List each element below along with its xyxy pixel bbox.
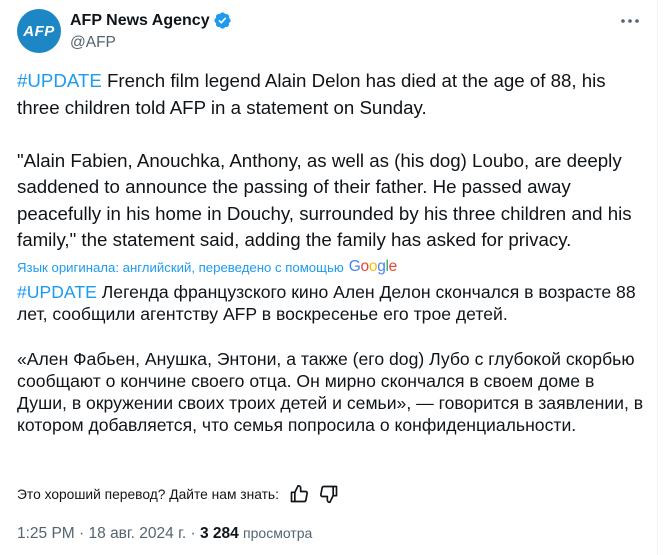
translated-hashtag-link[interactable]: #UPDATE [17,282,97,302]
more-options-icon[interactable] [619,11,641,31]
meta-separator: · [74,525,89,542]
avatar-text: AFP [23,22,55,40]
thumbs-down-icon[interactable] [319,484,339,504]
tweet-text-line1: French film legend Alain Delon has died … [17,70,611,118]
tweet-card: AFP AFP News Agency @AFP #UPDATE French … [0,0,658,555]
tweet-time[interactable]: 1:25 PM [17,525,75,542]
views-label: просмотра [243,525,313,541]
translation-notice[interactable]: Язык оригинала: английский, переведено с… [17,258,397,276]
meta-separator: · [186,525,200,542]
tweet-text: #UPDATE French film legend Alain Delon h… [17,68,642,254]
translated-text: #UPDATE Легенда французского кино Ален Д… [17,281,645,436]
verified-badge-icon[interactable] [213,11,232,30]
google-logo: Google [348,258,398,275]
feedback-question: Это хороший перевод? Дайте нам знать: [17,486,279,502]
author-handle[interactable]: @AFP [70,33,116,52]
translation-feedback: Это хороший перевод? Дайте нам знать: [17,484,339,504]
author-name-row: AFP News Agency [70,11,232,30]
translation-notice-text: Язык оригинала: английский, переведено с… [17,259,344,275]
tweet-meta: 1:25 PM · 18 авг. 2024 г. · 3 284 просмо… [17,523,312,544]
avatar[interactable]: AFP [17,9,61,53]
translated-text-line1: Легенда французского кино Ален Делон ско… [17,282,641,325]
tweet-date[interactable]: 18 авг. 2024 г. [89,525,187,542]
tweet-text-quote: "Alain Fabien, Anouchka, Anthony, as wel… [17,149,637,251]
hashtag-link[interactable]: #UPDATE [17,70,102,91]
views-count: 3 284 [199,525,239,542]
translated-text-quote: «Ален Фабьен, Анушка, Энтони, а также (е… [17,348,648,436]
author-name[interactable]: AFP News Agency [70,11,210,30]
thumbs-up-icon[interactable] [289,484,309,504]
